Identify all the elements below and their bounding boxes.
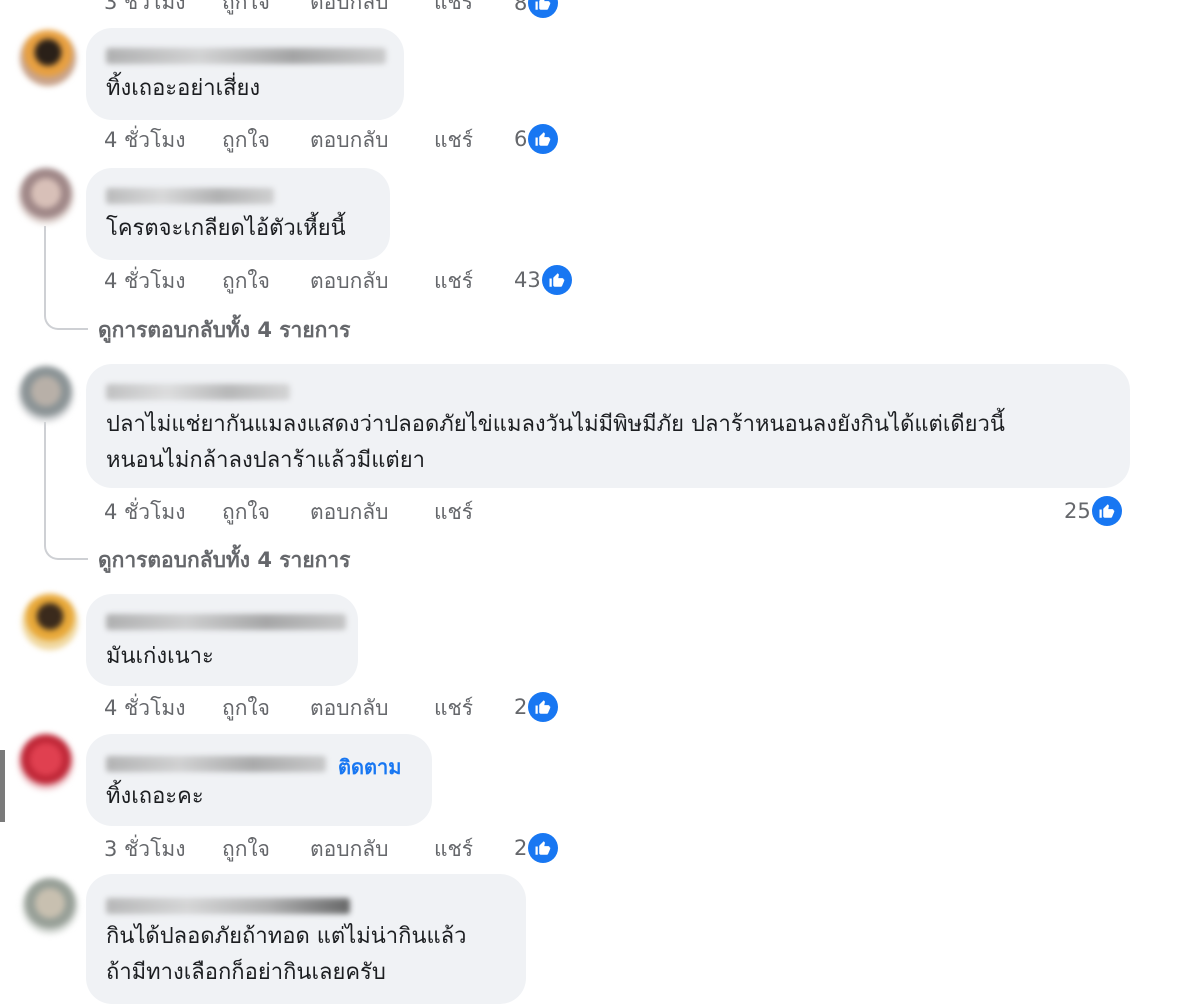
comment-text: โครตจะเกลียดไอ้ตัวเหี้ยนี้: [106, 216, 346, 241]
avatar[interactable]: [18, 168, 74, 224]
view-replies-link[interactable]: ดูการตอบกลับทั้ง 4 รายการ: [98, 544, 350, 577]
share-button[interactable]: แชร์: [434, 124, 504, 157]
comment-text-line1: ปลาไม่แช่ยากันแมลงแสดงว่าปลอดภัยไข่แมลงว…: [106, 412, 1005, 437]
thumbs-up-icon: [528, 833, 559, 863]
like-button[interactable]: ถูกใจ: [222, 692, 310, 725]
action-row: 4 ชั่วโมง ถูกใจ ตอบกลับ แชร์: [104, 265, 504, 298]
action-row: 3 ชั่วโมง ถูกใจ ตอบกลับ แชร์: [104, 833, 504, 866]
action-row: 4 ชั่วโมง ถูกใจ ตอบกลับ แชร์: [104, 496, 504, 529]
commenter-name-blurred[interactable]: [106, 384, 290, 400]
comment-time[interactable]: 4 ชั่วโมง: [104, 692, 222, 725]
share-button[interactable]: แชร์: [434, 833, 504, 866]
comment-time[interactable]: 3 ชั่วโมง: [104, 0, 222, 19]
avatar[interactable]: [18, 734, 74, 790]
avatar[interactable]: [22, 878, 78, 934]
share-button[interactable]: แชร์: [434, 265, 504, 298]
like-button[interactable]: ถูกใจ: [222, 496, 310, 529]
reply-button[interactable]: ตอบกลับ: [310, 124, 434, 157]
commenter-name-blurred[interactable]: [106, 188, 274, 204]
share-button[interactable]: แชร์: [434, 692, 504, 725]
comment-time[interactable]: 4 ชั่วโมง: [104, 265, 222, 298]
reply-button[interactable]: ตอบกลับ: [310, 833, 434, 866]
comment-text: ทิ้งเถอะคะ: [106, 784, 204, 809]
comment-time[interactable]: 4 ชั่วโมง: [104, 124, 222, 157]
reaction-count[interactable]: 8: [514, 0, 559, 18]
avatar[interactable]: [22, 594, 78, 650]
reaction-number: 2: [514, 695, 528, 719]
reply-button[interactable]: ตอบกลับ: [310, 496, 434, 529]
comment-text-line2: หนอนไม่กล้าลงปลาร้าแล้วมีแต่ยา: [106, 448, 425, 473]
comment-text-line1: กินได้ปลอดภัยถ้าทอด แต่ไม่น่ากินแล้ว: [106, 924, 467, 949]
thumbs-up-icon: [1091, 496, 1122, 526]
avatar[interactable]: [18, 366, 74, 422]
reaction-number: 6: [514, 127, 528, 151]
share-button[interactable]: แชร์: [434, 496, 504, 529]
reaction-number: 43: [514, 268, 541, 292]
reaction-count[interactable]: 2: [514, 833, 559, 863]
avatar[interactable]: [20, 30, 76, 86]
thumbs-up-icon: [528, 124, 559, 154]
reaction-number: 8: [514, 0, 528, 15]
reaction-count[interactable]: 43: [514, 265, 572, 295]
thread-connector: [44, 300, 88, 330]
commenter-name-blurred[interactable]: [106, 48, 386, 64]
like-button[interactable]: ถูกใจ: [222, 833, 310, 866]
reaction-number: 2: [514, 836, 528, 860]
commenter-name-blurred[interactable]: [106, 756, 326, 772]
comment-text-line2: ถ้ามีทางเลือกก็อย่ากินเลยครับ: [106, 960, 386, 985]
reaction-count[interactable]: 25: [1064, 496, 1122, 526]
comment-time[interactable]: 3 ชั่วโมง: [104, 833, 222, 866]
action-row: 4 ชั่วโมง ถูกใจ ตอบกลับ แชร์: [104, 692, 504, 725]
scroll-edge-marker: [0, 750, 5, 822]
thumbs-up-icon: [528, 0, 559, 18]
reaction-count[interactable]: 2: [514, 692, 559, 722]
follow-button[interactable]: ติดตาม: [338, 751, 401, 783]
reaction-number: 25: [1064, 499, 1091, 523]
reply-button[interactable]: ตอบกลับ: [310, 692, 434, 725]
thread-connector: [44, 530, 88, 560]
like-button[interactable]: ถูกใจ: [222, 124, 310, 157]
action-row: 3 ชั่วโมง ถูกใจ ตอบกลับ แชร์: [104, 0, 504, 19]
action-row: 4 ชั่วโมง ถูกใจ ตอบกลับ แชร์: [104, 124, 504, 157]
thread-line: [44, 422, 46, 546]
reply-button[interactable]: ตอบกลับ: [310, 265, 434, 298]
comment-text: ทิ้งเถอะอย่าเสี่ยง: [106, 76, 261, 101]
commenter-name-blurred[interactable]: [106, 898, 350, 914]
commenter-name-blurred[interactable]: [106, 614, 346, 630]
reply-button[interactable]: ตอบกลับ: [310, 0, 434, 19]
like-button[interactable]: ถูกใจ: [222, 0, 310, 19]
share-button[interactable]: แชร์: [434, 0, 504, 19]
like-button[interactable]: ถูกใจ: [222, 265, 310, 298]
comment-time[interactable]: 4 ชั่วโมง: [104, 496, 222, 529]
reaction-count[interactable]: 6: [514, 124, 559, 154]
thumbs-up-icon: [541, 265, 572, 295]
view-replies-link[interactable]: ดูการตอบกลับทั้ง 4 รายการ: [98, 314, 350, 347]
thumbs-up-icon: [528, 692, 559, 722]
comment-text: มันเก่งเนาะ: [106, 644, 214, 669]
